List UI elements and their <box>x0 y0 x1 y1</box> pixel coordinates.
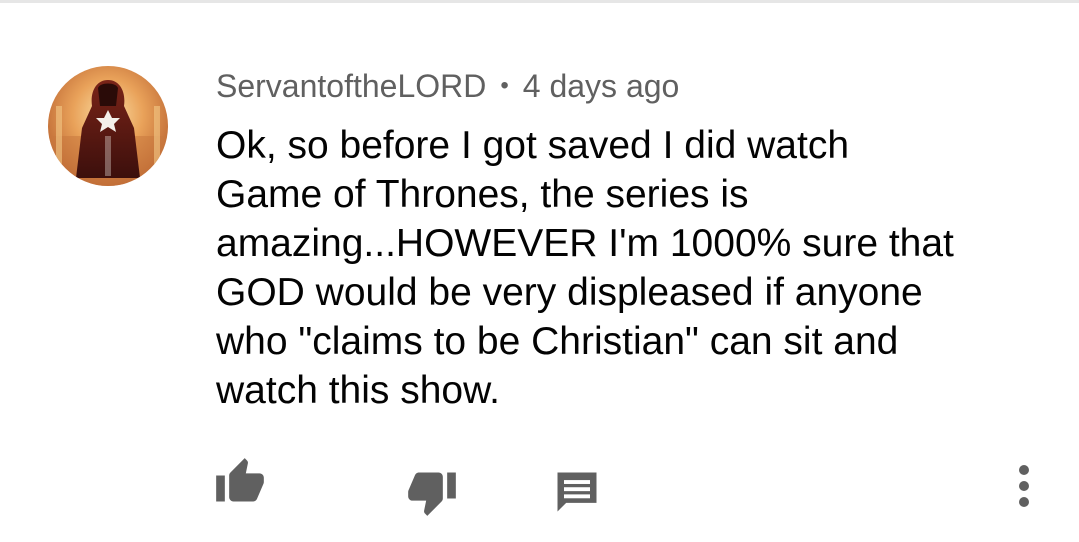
reply-button[interactable] <box>551 466 603 518</box>
comment-meta: ServantoftheLORD • 4 days ago <box>216 64 679 108</box>
author-name[interactable]: ServantoftheLORD <box>216 68 486 105</box>
thumbs-up-icon <box>216 458 264 502</box>
comment-text-line: amazing...HOWEVER I'm 1000% sure that <box>216 222 954 265</box>
top-divider <box>0 0 1079 3</box>
dislike-button[interactable] <box>406 466 458 518</box>
comment-text-line: watch this show. <box>216 369 500 412</box>
more-vertical-icon <box>1019 465 1029 507</box>
meta-separator: • <box>500 72 509 99</box>
robed-figure-avatar-icon <box>48 66 168 186</box>
comment-text-line: who "claims to be Christian" can sit and <box>216 320 899 363</box>
comment-text: Ok, so before I got saved I did watch Ga… <box>216 121 1036 415</box>
comment-text-line: Game of Thrones, the series is <box>216 173 749 216</box>
thumbs-down-icon <box>408 472 456 516</box>
more-options-button[interactable] <box>1004 462 1044 514</box>
author-avatar[interactable] <box>48 66 168 186</box>
reply-comment-icon <box>557 472 597 512</box>
comment-text-line: GOD would be very displeased if anyone <box>216 271 923 314</box>
comment-timestamp[interactable]: 4 days ago <box>523 68 680 105</box>
like-button[interactable] <box>214 456 266 508</box>
comment-text-line: Ok, so before I got saved I did watch <box>216 124 850 167</box>
